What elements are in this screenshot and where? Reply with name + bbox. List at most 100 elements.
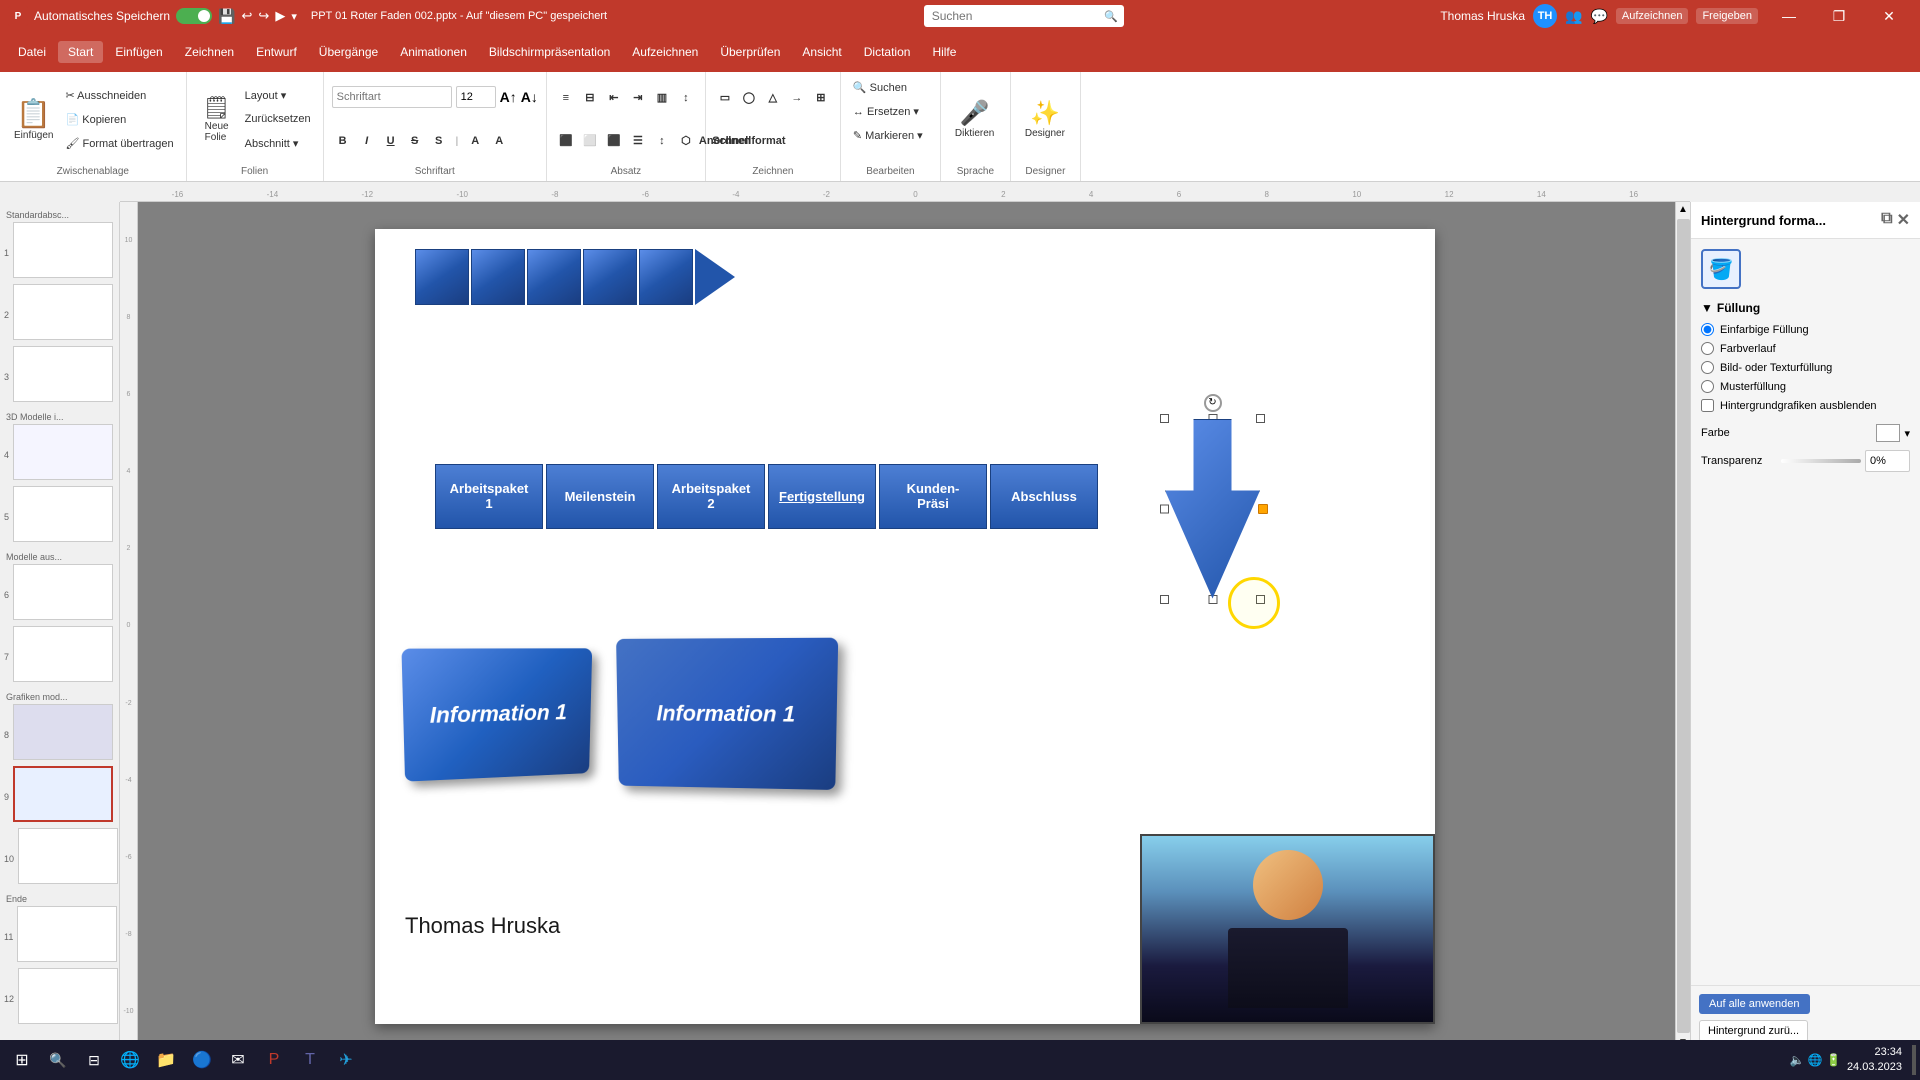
menu-ueberpruefen[interactable]: Überprüfen (710, 41, 790, 63)
menu-aufzeichnen[interactable]: Aufzeichnen (622, 41, 708, 63)
record-btn[interactable]: Aufzeichnen (1616, 8, 1689, 24)
block-2[interactable] (471, 249, 525, 305)
slide-thumb-6[interactable] (13, 564, 113, 620)
markieren-btn[interactable]: ✎ Markieren ▾ (849, 124, 927, 146)
color-dropdown-btn[interactable]: ▾ (1904, 427, 1910, 440)
highlight-btn[interactable]: A (488, 130, 510, 152)
panel-close-btn[interactable]: ✕ (1897, 210, 1910, 230)
blue-up-arrow-shape[interactable] (1165, 419, 1260, 599)
menu-ansicht[interactable]: Ansicht (792, 41, 851, 63)
font-name-input[interactable] (332, 86, 452, 108)
handle-lm[interactable] (1160, 504, 1169, 513)
fill-icon-btn[interactable]: 🪣 (1701, 249, 1741, 289)
italic-btn[interactable]: I (356, 130, 378, 152)
redo-icon[interactable]: ↪ (258, 8, 269, 24)
taskbar-taskview[interactable]: ⊟ (76, 1042, 112, 1078)
slide-thumb-2[interactable] (13, 284, 113, 340)
shape-triangle[interactable]: △ (762, 87, 784, 109)
taskbar-edge[interactable]: 🌐 (112, 1042, 148, 1078)
share-icon[interactable]: 👥 (1565, 8, 1582, 25)
slide-thumb-8[interactable] (13, 704, 113, 760)
taskbar-explorer[interactable]: 📁 (148, 1042, 184, 1078)
fontcolor-btn[interactable]: A (464, 130, 486, 152)
taskbar-search[interactable]: 🔍 (40, 1042, 76, 1078)
menu-einfuegen[interactable]: Einfügen (105, 41, 172, 63)
search-btn[interactable]: 🔍 Suchen (849, 76, 911, 98)
taskbar-mail[interactable]: ✉ (220, 1042, 256, 1078)
block-4[interactable] (583, 249, 637, 305)
start-menu-btn[interactable]: ⊞ (4, 1042, 40, 1078)
checkbox-hintergrund[interactable]: Hintergrundgrafiken ausblenden (1701, 399, 1910, 412)
new-slide-btn[interactable]: 🗒 NeueFolie (195, 82, 239, 157)
underline-btn[interactable]: U (380, 130, 402, 152)
font-size-input[interactable] (456, 86, 496, 108)
layout-btn[interactable]: Layout ▾ (241, 84, 315, 106)
taskbar-chrome[interactable]: 🔵 (184, 1042, 220, 1078)
strikethrough-btn[interactable]: S (404, 130, 426, 152)
schnellformat-btn[interactable]: Schnellformat (738, 130, 760, 152)
designer-btn[interactable]: ✨ Designer (1019, 82, 1071, 157)
freigeben-btn[interactable]: Freigeben (1696, 8, 1758, 24)
bullet-list-btn[interactable]: ≡ (555, 87, 577, 109)
shapes-more-btn[interactable]: ⊞ (810, 87, 832, 109)
format-copy-btn[interactable]: 🖌 Format übertragen (61, 132, 177, 154)
copy-btn[interactable]: 📄 Kopieren (61, 108, 177, 130)
textshadow-btn[interactable]: S (428, 130, 450, 152)
reset-btn[interactable]: Zurücksetzen (241, 108, 315, 130)
block-3[interactable] (527, 249, 581, 305)
minimize-button[interactable]: — (1766, 0, 1812, 32)
font-grow-btn[interactable]: A↑ (500, 89, 517, 105)
transparency-slider[interactable] (1781, 459, 1861, 463)
slide-thumb-3[interactable] (13, 346, 113, 402)
align-center-btn[interactable]: ⬜ (579, 130, 601, 152)
reset-background-btn[interactable]: Hintergrund zurü... (1699, 1020, 1808, 1042)
present-icon[interactable]: ▶ (275, 8, 285, 24)
info-box-2-container[interactable]: Information 1 (615, 639, 835, 789)
process-box-1[interactable]: Arbeitspaket1 (435, 464, 543, 529)
taskbar-powerpoint[interactable]: P (256, 1042, 292, 1078)
align-right-btn[interactable]: ⬛ (603, 130, 625, 152)
handle-rm-orange[interactable] (1258, 504, 1268, 514)
yellow-circle-indicator[interactable] (1228, 577, 1280, 629)
scroll-up-btn[interactable]: ▲ (1676, 202, 1690, 217)
slide-thumb-4[interactable] (13, 424, 113, 480)
process-box-2[interactable]: Meilenstein (546, 464, 654, 529)
textdir-btn[interactable]: ↕ (675, 87, 697, 109)
color-swatch[interactable] (1876, 424, 1900, 442)
menu-zeichnen[interactable]: Zeichnen (175, 41, 244, 63)
vertical-scrollbar[interactable]: ▲ ▼ (1675, 202, 1690, 1050)
scroll-thumb-v[interactable] (1677, 219, 1690, 1033)
menu-datei[interactable]: Datei (8, 41, 56, 63)
smartart-btn[interactable]: ⬡ (675, 130, 697, 152)
bold-btn[interactable]: B (332, 130, 354, 152)
menu-animationen[interactable]: Animationen (390, 41, 477, 63)
diktieren-btn[interactable]: 🎤 Diktieren (949, 82, 1000, 157)
shape-rect[interactable]: ▭ (714, 87, 736, 109)
indent-inc-btn[interactable]: ⇥ (627, 87, 649, 109)
handle-bl[interactable] (1160, 595, 1169, 604)
rotation-handle[interactable]: ↻ (1204, 394, 1222, 412)
align-left-btn[interactable]: ⬛ (555, 130, 577, 152)
font-shrink-btn[interactable]: A↓ (521, 89, 538, 105)
maximize-button[interactable]: ❐ (1816, 0, 1862, 32)
comment-icon[interactable]: 💬 (1590, 8, 1607, 25)
slide-thumb-5[interactable] (13, 486, 113, 542)
radio-muster[interactable]: Musterfüllung (1701, 380, 1910, 393)
section-btn[interactable]: Abschnitt ▾ (241, 132, 315, 154)
process-box-4[interactable]: Fertigstellung (768, 464, 876, 529)
slide-thumb-11[interactable] (17, 906, 117, 962)
menu-dictation[interactable]: Dictation (854, 41, 921, 63)
radio-muster-input[interactable] (1701, 380, 1714, 393)
taskbar-teams[interactable]: T (292, 1042, 328, 1078)
process-box-5[interactable]: Kunden-Präsi (879, 464, 987, 529)
radio-bild-input[interactable] (1701, 361, 1714, 374)
block-5[interactable] (639, 249, 693, 305)
radio-bild[interactable]: Bild- oder Texturfüllung (1701, 361, 1910, 374)
justify-btn[interactable]: ☰ (627, 130, 649, 152)
radio-einfarbig-input[interactable] (1701, 323, 1714, 336)
transparenz-input[interactable] (1865, 450, 1910, 472)
taskbar-telegram[interactable]: ✈ (328, 1042, 364, 1078)
checkbox-hintergrund-input[interactable] (1701, 399, 1714, 412)
search-input[interactable] (924, 5, 1124, 27)
save-icon[interactable]: 💾 (218, 8, 235, 25)
